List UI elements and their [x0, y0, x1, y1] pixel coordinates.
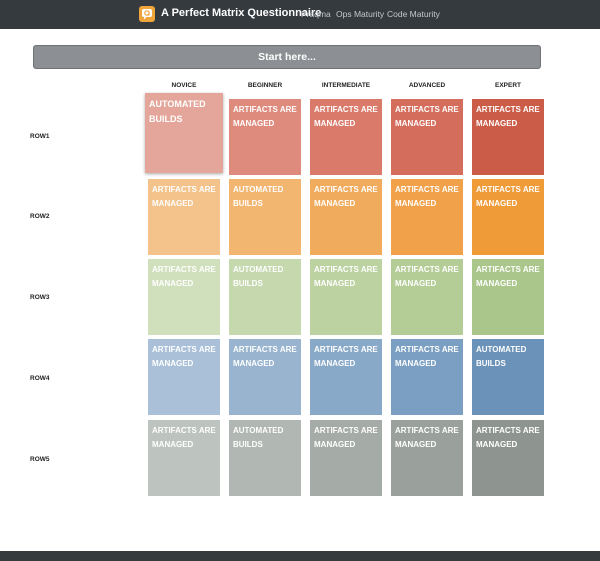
matrix-cell-row1-expert[interactable]: ARTIFACTS ARE MANAGED	[472, 99, 544, 175]
column-header-intermediate: INTERMEDIATE	[321, 82, 371, 89]
app-title[interactable]: A Perfect Matrix Questionnaire	[161, 7, 321, 19]
matrix-cell-row5-novice[interactable]: ARTIFACTS ARE MANAGED	[148, 420, 220, 496]
row-label-row4: ROW4	[30, 375, 50, 382]
row-label-row3: ROW3	[30, 294, 50, 301]
matrix-cell-row1-beginner[interactable]: ARTIFACTS ARE MANAGED	[229, 99, 301, 175]
matrix-cell-row1-novice[interactable]: AUTOMATED BUILDS	[145, 93, 223, 173]
matrix-cell-row2-beginner[interactable]: AUTOMATED BUILDS	[229, 179, 301, 255]
matrix-cell-row3-expert[interactable]: ARTIFACTS ARE MANAGED	[472, 259, 544, 335]
matrix-cell-row3-intermediate[interactable]: ARTIFACTS ARE MANAGED	[310, 259, 382, 335]
column-header-novice: NOVICE	[171, 82, 197, 89]
row-label-row5: ROW5	[30, 456, 50, 463]
page-footer	[0, 551, 600, 561]
speech-bubble-q-icon	[142, 9, 152, 20]
matrix-cell-row4-beginner[interactable]: ARTIFACTS ARE MANAGED	[229, 339, 301, 415]
column-header-expert: EXPERT	[494, 82, 521, 89]
matrix-cell-row3-beginner[interactable]: AUTOMATED BUILDS	[229, 259, 301, 335]
column-header-beginner: BEGINNER	[247, 82, 283, 89]
row-label-row1: ROW1	[30, 133, 50, 140]
matrix-cell-row1-advanced[interactable]: ARTIFACTS ARE MANAGED	[391, 99, 463, 175]
matrix-cell-row2-expert[interactable]: ARTIFACTS ARE MANAGED	[472, 179, 544, 255]
matrix-cell-row5-expert[interactable]: ARTIFACTS ARE MANAGED	[472, 420, 544, 496]
matrix-cell-row2-novice[interactable]: ARTIFACTS ARE MANAGED	[148, 179, 220, 255]
matrix-cell-row5-intermediate[interactable]: ARTIFACTS ARE MANAGED	[310, 420, 382, 496]
matrix-cell-row4-intermediate[interactable]: ARTIFACTS ARE MANAGED	[310, 339, 382, 415]
nav-link-ops-maturity[interactable]: Ops Maturity	[336, 9, 384, 19]
matrix-cell-row3-novice[interactable]: ARTIFACTS ARE MANAGED	[148, 259, 220, 335]
column-header-advanced: ADVANCED	[408, 82, 446, 89]
matrix-cell-row2-intermediate[interactable]: ARTIFACTS ARE MANAGED	[310, 179, 382, 255]
matrix-cell-row5-beginner[interactable]: AUTOMATED BUILDS	[229, 420, 301, 496]
row-label-row2: ROW2	[30, 213, 50, 220]
nav-link-code-maturity[interactable]: Code Maturity	[387, 9, 440, 19]
app-logo-icon[interactable]	[139, 6, 155, 22]
matrix-cell-row2-advanced[interactable]: ARTIFACTS ARE MANAGED	[391, 179, 463, 255]
matrix-cell-row5-advanced[interactable]: ARTIFACTS ARE MANAGED	[391, 420, 463, 496]
matrix-cell-row1-intermediate[interactable]: ARTIFACTS ARE MANAGED	[310, 99, 382, 175]
start-button[interactable]: Start here...	[33, 45, 541, 69]
matrix-cell-row4-novice[interactable]: ARTIFACTS ARE MANAGED	[148, 339, 220, 415]
matrix-cell-row4-advanced[interactable]: ARTIFACTS ARE MANAGED	[391, 339, 463, 415]
matrix-cell-row4-expert[interactable]: AUTOMATED BUILDS	[472, 339, 544, 415]
matrix-cell-row3-advanced[interactable]: ARTIFACTS ARE MANAGED	[391, 259, 463, 335]
nav-link-praqma[interactable]: Praqma	[301, 9, 331, 19]
top-navbar: A Perfect Matrix Questionnaire Praqma Op…	[0, 0, 600, 29]
